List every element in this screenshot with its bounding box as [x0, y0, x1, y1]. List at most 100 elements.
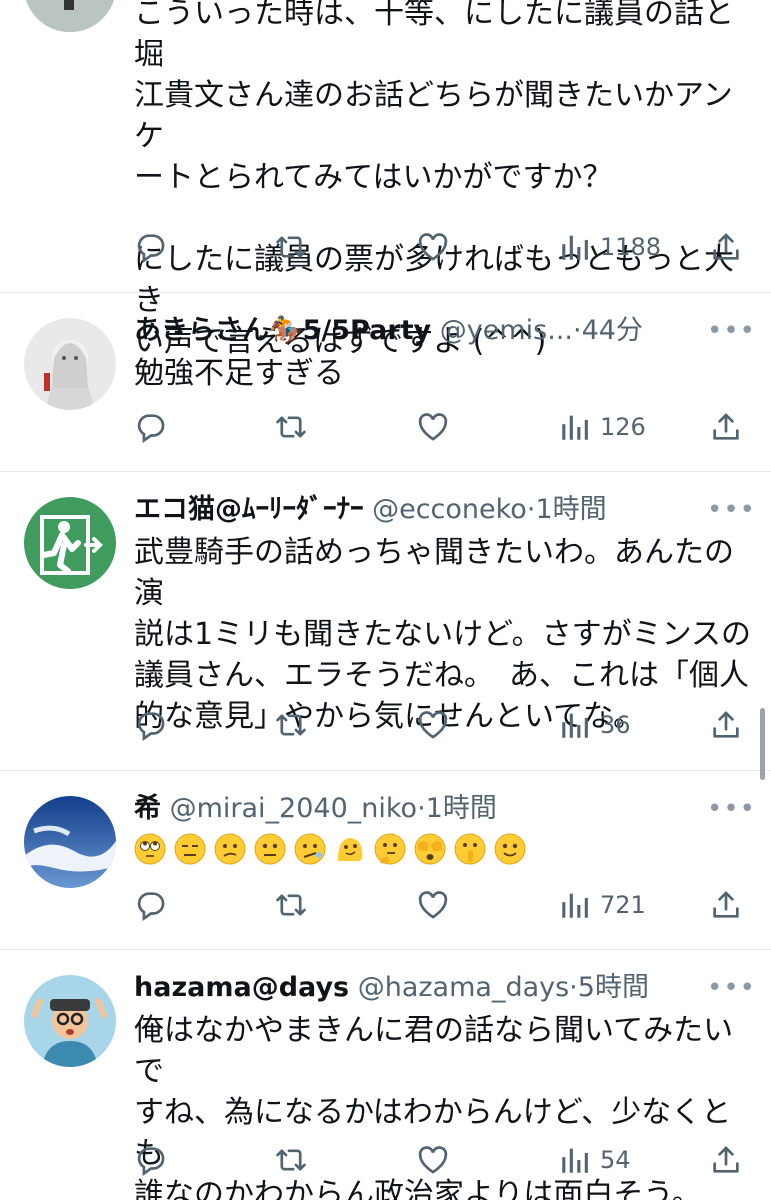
timestamp[interactable]: 1時間 [535, 494, 606, 525]
views-button[interactable]: 721 [558, 885, 646, 925]
share-button[interactable] [709, 705, 743, 745]
face-with-rolling-eyes-icon [134, 833, 166, 865]
tweet-actions: 54 [134, 1140, 754, 1180]
user-handle[interactable]: @hazama_days [358, 972, 569, 1003]
tweet-actions: 36 [134, 705, 754, 745]
confused-face-icon [214, 833, 246, 865]
tweet-text: 勉強不足すぎる [134, 356, 344, 391]
avatar[interactable] [24, 0, 116, 32]
views-icon [558, 230, 592, 264]
more-icon[interactable]: ••• [707, 311, 755, 351]
views-icon [558, 410, 592, 444]
share-button[interactable] [709, 885, 743, 925]
retweet-button[interactable] [274, 407, 308, 447]
separator-dot: · [569, 972, 578, 1003]
like-button[interactable] [416, 705, 450, 745]
more-icon[interactable]: ••• [707, 490, 755, 530]
avatar[interactable] [24, 497, 116, 589]
retweet-icon [274, 888, 308, 922]
like-button[interactable] [416, 227, 450, 267]
reply-button[interactable] [134, 407, 168, 447]
more-icon[interactable]: ••• [707, 789, 755, 829]
share-button[interactable] [709, 407, 743, 447]
share-icon [709, 1143, 743, 1177]
like-button[interactable] [416, 1140, 450, 1180]
timeline: こういった時は、十等、にしたに議員の話と堀 江貴文さん達のお話どちらが聞きたいか… [0, 0, 771, 1200]
reply-tweet[interactable]: hazama@days @hazama_days·5時間 ••• 俺はなかやまき… [0, 950, 771, 1200]
share-button[interactable] [709, 1140, 743, 1180]
neutral-face-icon [254, 833, 286, 865]
timestamp[interactable]: 1時間 [426, 793, 497, 824]
share-icon [709, 410, 743, 444]
timestamp[interactable]: 44分 [582, 315, 643, 346]
retweet-icon [274, 410, 308, 444]
user-handle[interactable]: @ecconeko [372, 494, 527, 525]
more-icon[interactable]: ••• [707, 968, 755, 1008]
reply-tweet[interactable]: エコ猫@ﾑｰﾘｰﾀﾞｰﾅｰ @ecconeko·1時間 ••• 武豊騎手の話めっ… [0, 472, 771, 771]
reply-button[interactable] [134, 227, 168, 267]
display-name[interactable]: あきらさん🏇5/5Party [134, 315, 431, 346]
retweet-button[interactable] [274, 1140, 308, 1180]
reply-button[interactable] [134, 1140, 168, 1180]
like-button[interactable] [416, 885, 450, 925]
avatar[interactable] [24, 796, 116, 888]
heart-icon [416, 230, 450, 264]
scrollbar[interactable] [760, 708, 765, 780]
views-icon [558, 888, 592, 922]
heart-icon [416, 708, 450, 742]
tweet-header: hazama@days @hazama_days·5時間 [134, 968, 731, 1008]
share-icon [709, 708, 743, 742]
views-count: 1188 [600, 233, 662, 261]
tweet-header: 希 @mirai_2040_niko·1時間 [134, 789, 731, 829]
views-icon [558, 1143, 592, 1177]
slightly-smiling-face-icon [494, 833, 526, 865]
tweet-text [134, 833, 754, 873]
reply-icon [134, 230, 168, 264]
display-name[interactable]: エコ猫@ﾑｰﾘｰﾀﾞｰﾅｰ [134, 494, 364, 525]
retweet-icon [274, 230, 308, 264]
expressionless-face-icon [174, 833, 206, 865]
reply-button[interactable] [134, 705, 168, 745]
tweet-actions: 721 [134, 885, 754, 925]
reply-icon [134, 410, 168, 444]
views-icon [558, 708, 592, 742]
face-with-hands-over-eyes-icon [414, 833, 446, 865]
share-icon [709, 230, 743, 264]
views-count: 36 [600, 711, 631, 739]
thinking-face-icon [374, 833, 406, 865]
share-button[interactable] [709, 227, 743, 267]
reply-icon [134, 708, 168, 742]
views-count: 126 [600, 413, 646, 441]
display-name[interactable]: hazama@days [134, 972, 349, 1003]
tweet-actions: 126 [134, 407, 754, 447]
tweet-header: エコ猫@ﾑｰﾘｰﾀﾞｰﾅｰ @ecconeko·1時間 [134, 490, 731, 530]
views-button[interactable]: 1188 [558, 227, 661, 267]
reply-tweet[interactable]: あきらさん🏇5/5Party @yemis...·44分 ••• 勉強不足すぎる… [0, 293, 771, 472]
avatar[interactable] [24, 318, 116, 410]
user-handle[interactable]: @yemis... [440, 315, 573, 346]
timestamp[interactable]: 5時間 [578, 972, 649, 1003]
reply-tweet[interactable]: こういった時は、十等、にしたに議員の話と堀 江貴文さん達のお話どちらが聞きたいか… [0, 0, 771, 359]
retweet-button[interactable] [274, 705, 308, 745]
tweet-actions: 1188 [134, 227, 754, 267]
separator-dot: · [572, 315, 582, 346]
user-handle[interactable]: @mirai_2040_niko [170, 793, 417, 824]
tweet-header: あきらさん🏇5/5Party @yemis...·44分 [134, 311, 731, 351]
views-count: 721 [600, 891, 646, 919]
views-button[interactable]: 126 [558, 407, 646, 447]
melting-face-icon [337, 838, 363, 861]
avatar[interactable] [24, 975, 116, 1067]
heart-icon [416, 1143, 450, 1177]
shushing-face-icon [454, 833, 486, 865]
retweet-button[interactable] [274, 227, 308, 267]
reply-tweet[interactable]: 希 @mirai_2040_niko·1時間 ••• 721 [0, 771, 771, 950]
views-button[interactable]: 36 [558, 705, 631, 745]
like-button[interactable] [416, 407, 450, 447]
display-name[interactable]: 希 [134, 793, 161, 824]
heart-icon [416, 888, 450, 922]
views-button[interactable]: 54 [558, 1140, 631, 1180]
retweet-icon [274, 1143, 308, 1177]
retweet-button[interactable] [274, 885, 308, 925]
reply-button[interactable] [134, 885, 168, 925]
reply-icon [134, 888, 168, 922]
